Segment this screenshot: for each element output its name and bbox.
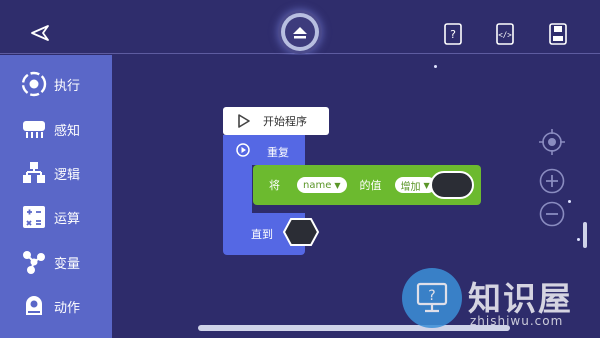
zoom-out-icon	[539, 201, 565, 227]
chevron-down-icon: ▼	[423, 180, 430, 190]
sidebar-item-label: 执行	[54, 78, 81, 94]
variable-dropdown[interactable]: name ▼	[297, 177, 347, 193]
repeat-label: 重复	[267, 146, 289, 159]
chevron-up-icon	[293, 27, 307, 39]
sidebar-item-variable[interactable]: 变量	[20, 244, 112, 280]
grid-dot	[568, 200, 571, 203]
help-button[interactable]: ?	[441, 22, 465, 46]
watermark-logo: ?	[402, 268, 462, 328]
variable-name: name	[303, 179, 332, 191]
operator-icon	[20, 203, 48, 231]
value-of-label: 的值	[359, 179, 382, 192]
logic-icon	[20, 159, 48, 187]
sidebar-item-label: 感知	[54, 123, 81, 139]
code-file-icon: </>	[496, 23, 514, 45]
top-toolbar: ? </>	[0, 0, 600, 54]
sidebar-item-label: 动作	[54, 300, 81, 316]
sidebar-item-logic[interactable]: 逻辑	[20, 155, 112, 191]
vertical-scrollbar[interactable]	[583, 222, 587, 248]
back-button[interactable]	[28, 22, 52, 44]
action-icon	[20, 292, 48, 320]
help-monitor-icon: ?	[416, 282, 448, 313]
sidebar-item-execute[interactable]: 执行	[20, 66, 112, 102]
until-label: 直到	[251, 228, 273, 241]
condition-input-slot[interactable]	[283, 218, 319, 246]
zoom-in-button[interactable]	[539, 168, 565, 194]
back-arrow-icon	[31, 25, 49, 41]
sidebar-item-label: 变量	[54, 256, 81, 272]
watermark-title: 知识屋	[468, 279, 573, 318]
chevron-down-icon: ▼	[334, 180, 341, 190]
execute-icon	[20, 70, 48, 98]
sense-icon	[20, 115, 48, 143]
block-category-sidebar: 执行 感知 逻辑 运算 变量 动作	[0, 55, 112, 338]
start-program-block[interactable]: 开始程序	[223, 107, 329, 135]
grid-dot	[434, 65, 437, 68]
recenter-button[interactable]	[539, 129, 565, 155]
svg-text:?: ?	[450, 28, 456, 41]
crosshair-icon	[539, 129, 565, 155]
repeat-loop-icon	[236, 143, 250, 157]
save-icon	[549, 23, 567, 45]
grid-dot	[577, 238, 580, 241]
play-icon	[238, 114, 250, 128]
operation-value: 增加	[400, 181, 421, 193]
sidebar-item-sense[interactable]: 感知	[20, 111, 112, 147]
horizontal-scrollbar[interactable]	[198, 325, 510, 331]
sidebar-item-label: 运算	[54, 211, 81, 227]
zoom-in-icon	[539, 168, 565, 194]
code-view-button[interactable]: </>	[493, 22, 517, 46]
collapse-toolbar-button[interactable]	[281, 13, 319, 51]
start-program-label: 开始程序	[263, 115, 307, 128]
set-prefix-label: 将	[269, 179, 280, 192]
watermark-url: zhishiwu.com	[470, 314, 564, 328]
svg-text:</>: </>	[498, 31, 512, 40]
save-button[interactable]	[546, 22, 570, 46]
variable-icon	[20, 248, 48, 276]
zoom-out-button[interactable]	[539, 201, 565, 227]
value-input-slot[interactable]	[430, 171, 474, 199]
svg-text:?: ?	[428, 288, 435, 304]
sidebar-item-label: 逻辑	[54, 167, 81, 183]
help-book-icon: ?	[444, 23, 462, 45]
sidebar-item-operator[interactable]: 运算	[20, 199, 112, 235]
sidebar-item-action[interactable]: 动作	[20, 288, 112, 324]
